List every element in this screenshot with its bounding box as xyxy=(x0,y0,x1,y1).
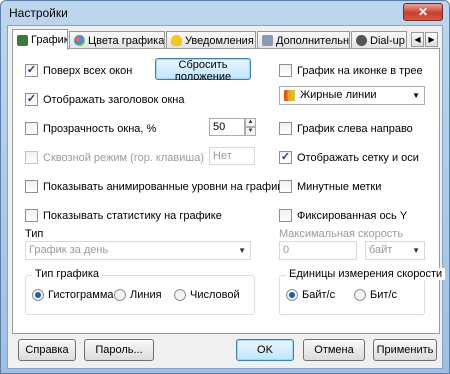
radio-line-label: Линия xyxy=(130,289,162,301)
line-style-icon xyxy=(284,90,295,101)
password-button[interactable]: Пароль... xyxy=(84,339,154,361)
apply-button[interactable]: Применить xyxy=(373,339,437,361)
reset-position-button[interactable]: Сбросить положение xyxy=(155,58,251,83)
speed-units-title: Единицы измерения скорости xyxy=(286,268,446,280)
tab-advanced[interactable]: Дополнительные xyxy=(257,31,350,49)
radio-histogram[interactable] xyxy=(32,289,44,301)
minute-marks-checkbox[interactable] xyxy=(279,180,292,193)
chart-type-select[interactable]: График за день ▼ xyxy=(25,241,251,260)
animated-levels-checkbox[interactable] xyxy=(25,180,38,193)
dialog-client-area: График Цвета графика Уведомления Дополни… xyxy=(7,25,446,369)
tab-advanced-label: Дополнительные xyxy=(276,34,350,47)
spin-up-button[interactable]: ▲ xyxy=(245,118,256,127)
chevron-left-icon: ◀ xyxy=(414,35,421,44)
always-on-top-label: Поверх всех окон xyxy=(43,65,133,77)
chevron-right-icon: ▶ xyxy=(428,35,435,44)
tab-scroll-right-button[interactable]: ▶ xyxy=(425,32,438,47)
graph-type-group: Тип графика Гистограмма Линия Числовой xyxy=(25,268,255,315)
tab-chart-colors-label: Цвета графика xyxy=(88,34,165,47)
passthrough-label: Сквозной режим (гор. клавиша) xyxy=(43,152,204,164)
radio-bytes[interactable] xyxy=(286,289,298,301)
show-stats-checkbox[interactable] xyxy=(25,209,38,222)
tray-chart-label: График на иконке в трее xyxy=(297,65,423,77)
ok-button[interactable]: OK xyxy=(236,339,294,361)
tab-chart-label: График xyxy=(31,34,68,46)
line-style-value: Жирные линии xyxy=(300,89,377,101)
radio-histogram-label: Гистограмма xyxy=(48,289,114,301)
hotkey-input[interactable]: Нет xyxy=(209,147,255,165)
chart-icon xyxy=(17,34,28,46)
radio-bits-label: Бит/с xyxy=(370,289,397,301)
tab-dialup-label: Dial-up xyxy=(370,34,405,47)
passthrough-checkbox[interactable] xyxy=(25,151,38,164)
palette-icon xyxy=(74,35,85,46)
show-stats-label: Показывать статистику на графике xyxy=(43,210,222,222)
left-to-right-label: График слева направо xyxy=(297,123,413,135)
show-title-label: Отображать заголовок окна xyxy=(43,94,185,106)
tab-scroll-left-button[interactable]: ◀ xyxy=(411,32,424,47)
tab-notifications[interactable]: Уведомления xyxy=(166,31,256,49)
show-title-checkbox[interactable]: ✓ xyxy=(25,93,38,106)
settings-icon xyxy=(262,35,273,46)
tab-strip: График Цвета графика Уведомления Дополни… xyxy=(12,29,440,50)
radio-numeric-label: Числовой xyxy=(190,289,240,301)
chart-type-value: График за день xyxy=(29,244,109,256)
max-speed-label: Максимальная скорость xyxy=(279,228,404,240)
close-icon: ✕ xyxy=(417,5,429,19)
chevron-down-icon: ▼ xyxy=(412,246,420,255)
speed-units-group: Единицы измерения скорости Байт/с Бит/с xyxy=(279,268,446,315)
tab-panel-chart: ✓ Поверх всех окон Сбросить положение ✓ … xyxy=(12,48,446,334)
chevron-down-icon: ▼ xyxy=(412,91,420,100)
title-bar[interactable]: Настройки ✕ xyxy=(1,1,449,25)
radio-numeric[interactable] xyxy=(174,289,186,301)
always-on-top-checkbox[interactable]: ✓ xyxy=(25,64,38,77)
tab-chart-colors[interactable]: Цвета графика xyxy=(69,31,165,49)
tab-notifications-label: Уведомления xyxy=(185,34,254,47)
radio-bytes-label: Байт/с xyxy=(302,289,336,301)
minute-marks-label: Минутные метки xyxy=(297,181,382,193)
opacity-checkbox[interactable] xyxy=(25,122,38,135)
tab-chart[interactable]: График xyxy=(12,29,68,50)
chevron-down-icon: ▼ xyxy=(238,246,246,255)
max-speed-input[interactable]: 0 xyxy=(279,241,357,260)
max-speed-unit-select[interactable]: байт ▼ xyxy=(365,241,425,260)
animated-levels-label: Показывать анимированные уровни на графи… xyxy=(43,181,289,193)
radio-bits[interactable] xyxy=(354,289,366,301)
modem-icon xyxy=(356,35,367,46)
fixed-y-label: Фиксированная ось Y xyxy=(297,210,408,222)
cancel-button[interactable]: Отмена xyxy=(303,339,365,361)
lightbulb-icon xyxy=(171,35,182,46)
max-speed-unit-value: байт xyxy=(369,244,393,256)
grid-axes-checkbox[interactable]: ✓ xyxy=(279,151,292,164)
opacity-value-input[interactable]: 50 xyxy=(209,118,245,136)
fixed-y-checkbox[interactable] xyxy=(279,209,292,222)
opacity-label: Прозрачность окна, % xyxy=(43,123,157,135)
spin-down-button[interactable]: ▼ xyxy=(245,127,256,136)
window-title: Настройки xyxy=(9,6,68,20)
line-style-select[interactable]: Жирные линии ▼ xyxy=(279,86,425,105)
graph-type-title: Тип графика xyxy=(32,268,103,280)
type-label: Тип xyxy=(25,228,44,240)
settings-window: Настройки ✕ График Цвета графика Уведомл… xyxy=(0,0,450,374)
tab-dialup[interactable]: Dial-up xyxy=(351,31,407,49)
close-button[interactable]: ✕ xyxy=(403,3,443,21)
tray-chart-checkbox[interactable] xyxy=(279,64,292,77)
help-button[interactable]: Справка xyxy=(18,339,76,361)
radio-line[interactable] xyxy=(114,289,126,301)
left-to-right-checkbox[interactable] xyxy=(279,122,292,135)
grid-axes-label: Отображать сетку и оси xyxy=(297,152,419,164)
